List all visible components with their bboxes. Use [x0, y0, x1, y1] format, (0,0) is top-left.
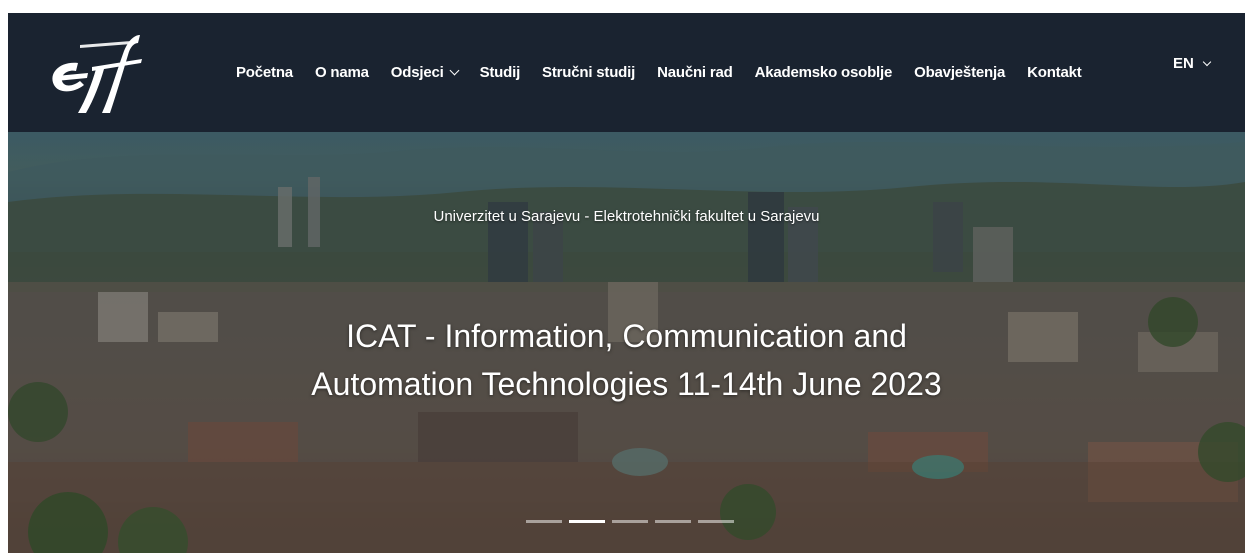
- chevron-down-icon: [449, 65, 460, 76]
- main-nav: Početna O nama Odsjeci Studij Stručni st…: [236, 13, 1104, 132]
- nav-item-akademsko-osoblje[interactable]: Akademsko osoblje: [754, 64, 893, 81]
- nav-item-o-nama[interactable]: O nama: [315, 64, 369, 81]
- hero-slider: Univerzitet u Sarajevu - Elektrotehnički…: [8, 132, 1245, 553]
- nav-label: O nama: [314, 64, 369, 81]
- nav-item-odsjeci[interactable]: Odsjeci: [390, 64, 460, 81]
- site-header: Početna O nama Odsjeci Studij Stručni st…: [8, 13, 1245, 132]
- nav-item-kontakt[interactable]: Kontakt: [1027, 64, 1082, 81]
- slide-indicator-4[interactable]: [655, 520, 691, 523]
- nav-item-strucni-studij[interactable]: Stručni studij: [542, 64, 635, 81]
- page-frame: Početna O nama Odsjeci Studij Stručni st…: [8, 13, 1245, 553]
- nav-label: Početna: [236, 64, 293, 81]
- nav-item-naucni-rad[interactable]: Naučni rad: [657, 64, 733, 81]
- nav-label: Studij: [479, 64, 521, 81]
- nav-item-studij[interactable]: Studij: [479, 64, 521, 81]
- nav-item-obavjestenja[interactable]: Obavještenja: [914, 64, 1005, 81]
- nav-item-pocetna[interactable]: Početna: [236, 64, 293, 81]
- slide-indicator-1[interactable]: [526, 520, 562, 523]
- hero-title-line1: ICAT - Information, Communication and: [346, 318, 907, 354]
- nav-label: Naučni rad: [657, 64, 733, 81]
- nav-label: Odsjeci: [390, 64, 444, 81]
- nav-label: Kontakt: [1027, 64, 1082, 81]
- hero-title[interactable]: ICAT - Information, Communication and Au…: [8, 312, 1245, 408]
- language-label: EN: [1173, 55, 1194, 72]
- slide-indicator-3[interactable]: [612, 520, 648, 523]
- slide-indicator-2[interactable]: [569, 520, 605, 523]
- hero-title-line2: Automation Technologies 11-14th June 202…: [311, 366, 942, 402]
- nav-label: Stručni studij: [542, 64, 636, 81]
- slide-indicator-5[interactable]: [698, 520, 734, 523]
- chevron-down-icon: [1202, 57, 1212, 66]
- slider-indicators: [526, 520, 741, 523]
- nav-label: Akademsko osoblje: [754, 64, 893, 81]
- hero-subtitle: Univerzitet u Sarajevu - Elektrotehnički…: [433, 208, 820, 225]
- nav-label: Obavještenja: [914, 64, 1006, 81]
- language-selector[interactable]: EN: [1173, 55, 1212, 72]
- etf-logo-icon[interactable]: [40, 21, 145, 121]
